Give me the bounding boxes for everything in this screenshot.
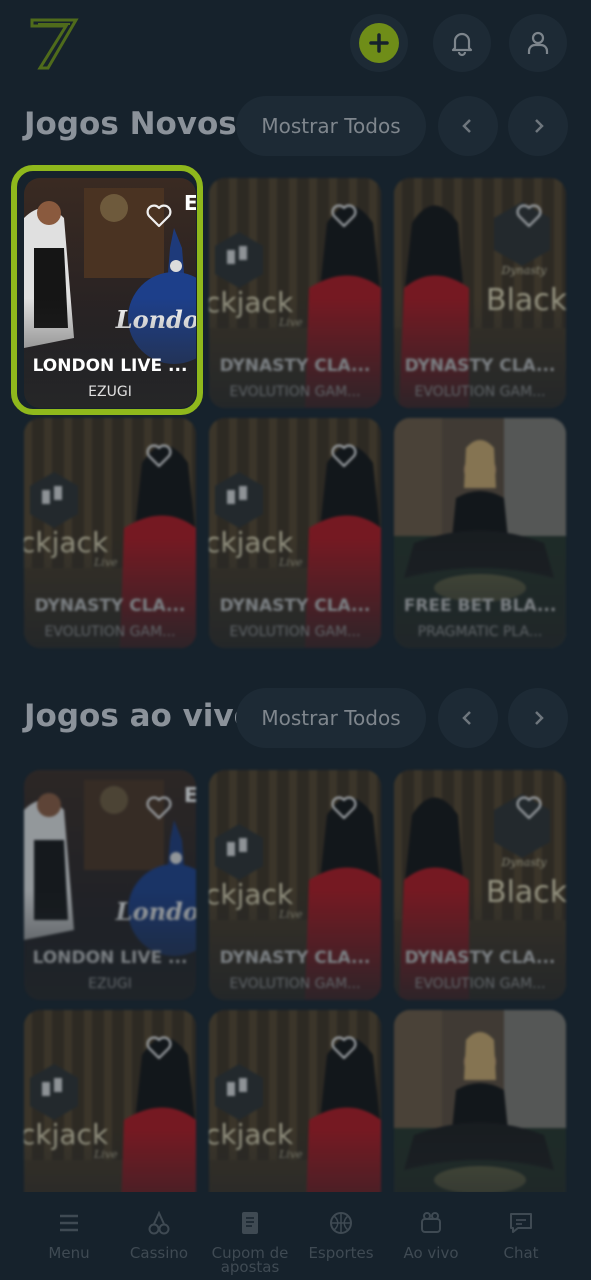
section-title: Jogos Novos: [24, 106, 237, 142]
section-header-live-games: Jogos ao vivo Mostrar Todos: [0, 688, 591, 748]
card-art-text: E: [184, 783, 196, 807]
game-provider: EZUGI: [88, 976, 132, 992]
game-card[interactable]: DynastyBlackDYNASTY CLA...EVOLUTION GAM.…: [394, 178, 566, 408]
favorite-heart-icon[interactable]: [331, 1036, 357, 1060]
nav-label: Cassino: [129, 1244, 189, 1262]
game-card[interactable]: ckjackLiveDYNASTY CLA...EVOLUTION GAM...: [24, 418, 196, 648]
favorite-heart-icon[interactable]: [516, 796, 542, 820]
cherries-icon: [148, 1210, 170, 1235]
game-card[interactable]: ckjackLiveDYNASTY CLA...EVOLUTION GAM...: [209, 178, 381, 408]
add-funds-button[interactable]: [350, 14, 408, 72]
show-all-button[interactable]: Mostrar Todos: [236, 96, 426, 156]
scroll-right-button[interactable]: [508, 96, 568, 156]
game-title: DYNASTY CLA...: [404, 948, 556, 968]
card-art-text: Dynasty: [501, 264, 548, 277]
nav-sports[interactable]: Esportes: [296, 1210, 386, 1261]
app-logo[interactable]: [28, 14, 80, 72]
show-all-button[interactable]: Mostrar Todos: [236, 688, 426, 748]
game-card[interactable]: ckjackLiveDYNASTY CLA...EVOLUTION GAM...: [209, 418, 381, 648]
chevron-right-icon: [535, 119, 544, 133]
game-provider: EVOLUTION GAM...: [414, 976, 546, 992]
logo-seven-icon: [30, 18, 79, 70]
user-icon: [527, 31, 549, 54]
game-provider: EVOLUTION GAM...: [414, 384, 546, 400]
scroll-left-button[interactable]: [438, 688, 498, 748]
chevron-right-icon: [535, 711, 544, 725]
chevron-left-icon: [462, 119, 471, 133]
favorite-heart-icon[interactable]: [146, 1036, 172, 1060]
profile-button[interactable]: [509, 14, 567, 72]
game-title: DYNASTY CLA...: [404, 356, 556, 376]
nav-label: Cupom de apostas: [211, 1244, 289, 1276]
game-card[interactable]: DynastyBlackDYNASTY CLA...EVOLUTION GAM.…: [394, 770, 566, 1000]
nav-label: Esportes: [308, 1244, 374, 1262]
game-provider: EVOLUTION GAM...: [229, 384, 361, 400]
selected-card-highlight: [11, 165, 203, 415]
card-art-text: Dynasty: [501, 856, 548, 869]
game-card[interactable]: ckjackLiveDYNASTY CLA...EVOLUTION GAM...: [209, 770, 381, 1000]
game-card[interactable]: FREE BET BLA... PRAGMATIC PLA...: [394, 418, 566, 648]
notifications-button[interactable]: [433, 14, 491, 72]
section-header-new-games: Jogos Novos Mostrar Todos: [0, 96, 591, 156]
scroll-right-button[interactable]: [508, 688, 568, 748]
game-title: DYNASTY CLA...: [219, 596, 371, 616]
nav-live[interactable]: Ao vivo: [386, 1210, 476, 1261]
game-title: DYNASTY CLA...: [219, 948, 371, 968]
game-title: FREE BET BLA...: [403, 596, 557, 616]
scroll-left-button[interactable]: [438, 96, 498, 156]
game-title: DYNASTY CLA...: [34, 596, 186, 616]
game-title: LONDON LIVE ...: [32, 948, 188, 968]
game-card[interactable]: LondonELONDON LIVE ...EZUGI: [24, 770, 196, 1000]
basketball-icon: [330, 1212, 352, 1234]
favorite-heart-icon[interactable]: [331, 796, 357, 820]
section-title: Jogos ao vivo: [24, 698, 255, 734]
nav-label: Chat: [503, 1244, 539, 1262]
favorite-heart-icon[interactable]: [146, 444, 172, 468]
menu-icon: [60, 1214, 78, 1232]
nav-chat[interactable]: Chat: [476, 1210, 566, 1261]
game-provider: EVOLUTION GAM...: [229, 976, 361, 992]
plus-icon: [359, 23, 399, 63]
nav-casino[interactable]: Cassino: [114, 1210, 204, 1261]
chevron-left-icon: [462, 711, 471, 725]
game-provider: EVOLUTION GAM...: [44, 624, 176, 640]
nav-label: Menu: [48, 1244, 90, 1262]
bottom-navigation: Menu Cassino Cupom de apostas Esportes A…: [0, 1192, 591, 1280]
chat-icon: [510, 1213, 532, 1233]
nav-label: Ao vivo: [403, 1244, 459, 1262]
game-title: DYNASTY CLA...: [219, 356, 371, 376]
favorite-heart-icon[interactable]: [331, 204, 357, 228]
game-provider: PRAGMATIC PLA...: [417, 624, 543, 640]
nav-betslip[interactable]: Cupom de apostas: [205, 1210, 295, 1276]
favorite-heart-icon[interactable]: [331, 444, 357, 468]
ticket-icon: [242, 1212, 258, 1234]
live-icon: [421, 1212, 441, 1233]
game-provider: EVOLUTION GAM...: [229, 624, 361, 640]
favorite-heart-icon[interactable]: [146, 796, 172, 820]
bell-icon: [451, 32, 473, 57]
nav-menu[interactable]: Menu: [24, 1210, 114, 1261]
favorite-heart-icon[interactable]: [516, 204, 542, 228]
